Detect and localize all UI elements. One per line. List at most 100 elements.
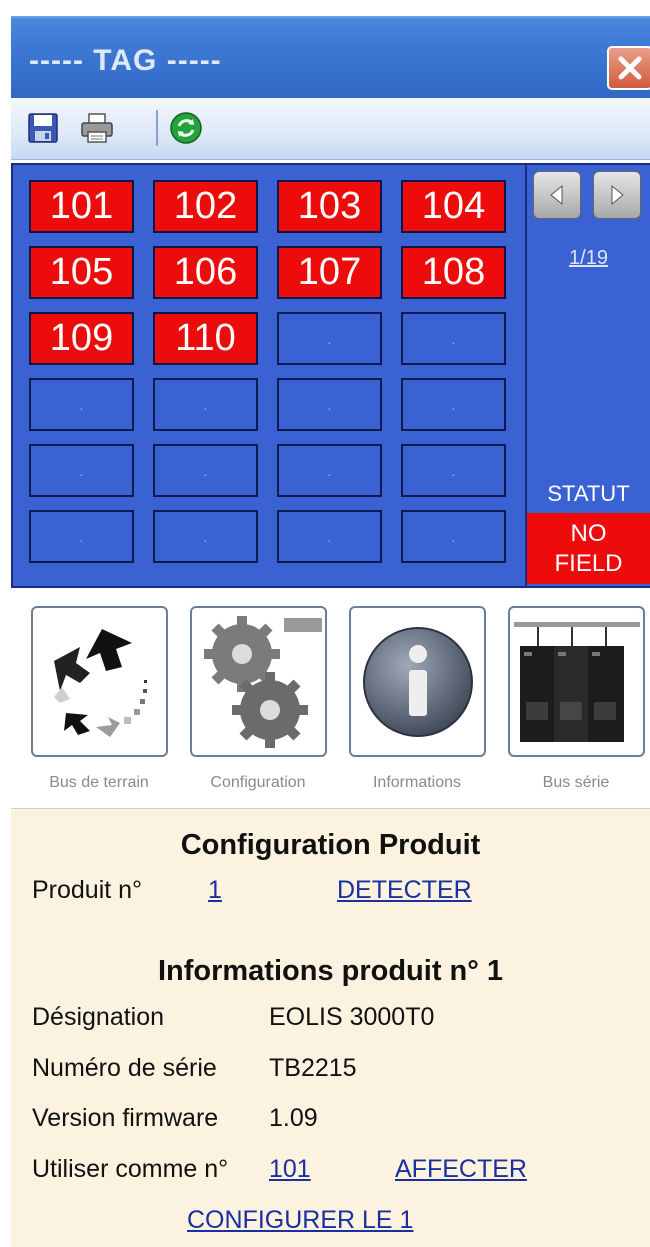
- mode-selector: Bus de terrain Configuration Information…: [11, 588, 650, 808]
- info-panel: Configuration Produit Produit n° 1 DETEC…: [11, 808, 650, 1247]
- tag-tile-empty[interactable]: .: [277, 378, 382, 431]
- fieldbus-button[interactable]: [31, 606, 168, 757]
- status-value-line1: NO: [570, 520, 607, 547]
- tag-tile[interactable]: 106: [153, 246, 258, 299]
- designation-value: EOLIS 3000T0: [269, 1003, 435, 1031]
- page-indicator[interactable]: 1/19: [527, 247, 650, 270]
- tag-tile-label: .: [327, 330, 332, 347]
- tag-tile-label: .: [451, 528, 456, 545]
- save-icon: [28, 113, 58, 143]
- tag-tile-label: .: [203, 462, 208, 479]
- tag-tile-label: 110: [175, 317, 236, 359]
- tag-tile-label: .: [451, 396, 456, 413]
- fieldbus-arrows-icon: [53, 628, 147, 737]
- product-number-link[interactable]: 1: [208, 876, 222, 905]
- window-title: ----- TAG -----: [29, 44, 222, 77]
- tag-tile-empty[interactable]: .: [277, 444, 382, 497]
- tag-tile[interactable]: 103: [277, 180, 382, 233]
- refresh-button[interactable]: [166, 108, 206, 148]
- side-panel: 1/19 STATUT NO FIELD: [525, 165, 650, 586]
- tag-tile-empty[interactable]: .: [153, 510, 258, 563]
- serial-bus-label: Bus série: [542, 774, 610, 791]
- save-button[interactable]: [23, 108, 63, 148]
- arrow-right-icon: [611, 184, 624, 206]
- gears-icon: [203, 615, 322, 748]
- previous-page-button[interactable]: [533, 171, 581, 219]
- tag-tile-label: 104: [421, 185, 486, 227]
- assign-link[interactable]: AFFECTER: [395, 1155, 527, 1184]
- tag-tile-label: 105: [49, 251, 114, 293]
- tag-tile-label: 102: [173, 185, 238, 227]
- tag-tile[interactable]: 104: [401, 180, 506, 233]
- tag-tile-empty[interactable]: .: [153, 444, 258, 497]
- tag-tile-empty[interactable]: .: [401, 444, 506, 497]
- serial-bus-modules-icon: [513, 621, 640, 742]
- arrow-left-icon: [550, 184, 563, 206]
- tag-tile-label: .: [327, 396, 332, 413]
- tag-tile-label: .: [451, 462, 456, 479]
- configure-link[interactable]: CONFIGURER LE 1: [187, 1206, 413, 1235]
- close-icon: [618, 56, 642, 80]
- tag-tile-label: .: [203, 528, 208, 545]
- tag-tile-empty[interactable]: .: [153, 378, 258, 431]
- serial-bus-button[interactable]: [508, 606, 645, 757]
- tag-tile-label: 106: [173, 251, 238, 293]
- tag-tile-label: .: [451, 330, 456, 347]
- tag-tile-label: 108: [421, 251, 486, 293]
- tag-tile-empty[interactable]: .: [401, 510, 506, 563]
- tag-tile-label: .: [327, 462, 332, 479]
- print-button[interactable]: [77, 108, 117, 148]
- product-info-title: Informations produit n° 1: [157, 955, 504, 987]
- toolbar: [11, 98, 650, 160]
- tag-tile-empty[interactable]: .: [401, 312, 506, 365]
- tag-tile-label: 109: [49, 317, 114, 359]
- tag-tile-label: .: [79, 462, 84, 479]
- use-as-link[interactable]: 101: [269, 1155, 311, 1184]
- designation-label: Désignation: [32, 1003, 165, 1031]
- detect-link[interactable]: DETECTER: [337, 876, 472, 905]
- tag-tile-label: .: [79, 396, 84, 413]
- tag-tile-label: .: [203, 396, 208, 413]
- config-section-title: Configuration Produit: [180, 829, 481, 861]
- tag-tile-empty[interactable]: .: [277, 312, 382, 365]
- tag-tile[interactable]: 101: [29, 180, 134, 233]
- title-bar: ----- TAG -----: [11, 16, 650, 98]
- tag-tile-label: 101: [49, 185, 114, 227]
- tag-tile-empty[interactable]: .: [29, 510, 134, 563]
- tag-tile[interactable]: 105: [29, 246, 134, 299]
- firmware-label: Version firmware: [32, 1104, 219, 1132]
- tag-tile-label: 107: [297, 251, 362, 293]
- status-badge: NO FIELD: [527, 513, 650, 584]
- status-value-line2: FIELD: [554, 550, 623, 577]
- toolbar-separator: [156, 110, 158, 146]
- informations-button[interactable]: [349, 606, 486, 757]
- firmware-value: 1.09: [269, 1104, 318, 1132]
- tag-tile-label: .: [79, 528, 84, 545]
- tag-tile-label: 103: [297, 185, 362, 227]
- info-icon: [362, 626, 473, 737]
- status-label: STATUT: [547, 481, 630, 506]
- fieldbus-label: Bus de terrain: [49, 774, 149, 791]
- informations-label: Informations: [372, 774, 462, 791]
- tag-tile[interactable]: 108: [401, 246, 506, 299]
- tag-tile-empty[interactable]: .: [29, 444, 134, 497]
- use-as-label: Utiliser comme n°: [32, 1155, 229, 1183]
- next-page-button[interactable]: [593, 171, 641, 219]
- product-number-label: Produit n°: [32, 876, 143, 904]
- serial-number-value: TB2215: [269, 1054, 357, 1082]
- tag-tile-label: .: [327, 528, 332, 545]
- close-button[interactable]: [607, 46, 650, 90]
- tag-tile[interactable]: 107: [277, 246, 382, 299]
- configuration-label: Configuration: [210, 774, 306, 791]
- tag-tile-empty[interactable]: .: [29, 378, 134, 431]
- configuration-button[interactable]: [190, 606, 327, 757]
- tag-grid-panel: 101 102 103 104 105 106 107 108 109 110..........…: [11, 163, 650, 588]
- refresh-icon: [170, 112, 202, 144]
- tag-tile[interactable]: 102: [153, 180, 258, 233]
- tag-tile[interactable]: 109: [29, 312, 134, 365]
- print-icon: [81, 113, 113, 143]
- serial-number-label: Numéro de série: [32, 1054, 217, 1082]
- tag-tile-empty[interactable]: .: [277, 510, 382, 563]
- tag-tile-empty[interactable]: .: [401, 378, 506, 431]
- tag-tile[interactable]: 110: [153, 312, 258, 365]
